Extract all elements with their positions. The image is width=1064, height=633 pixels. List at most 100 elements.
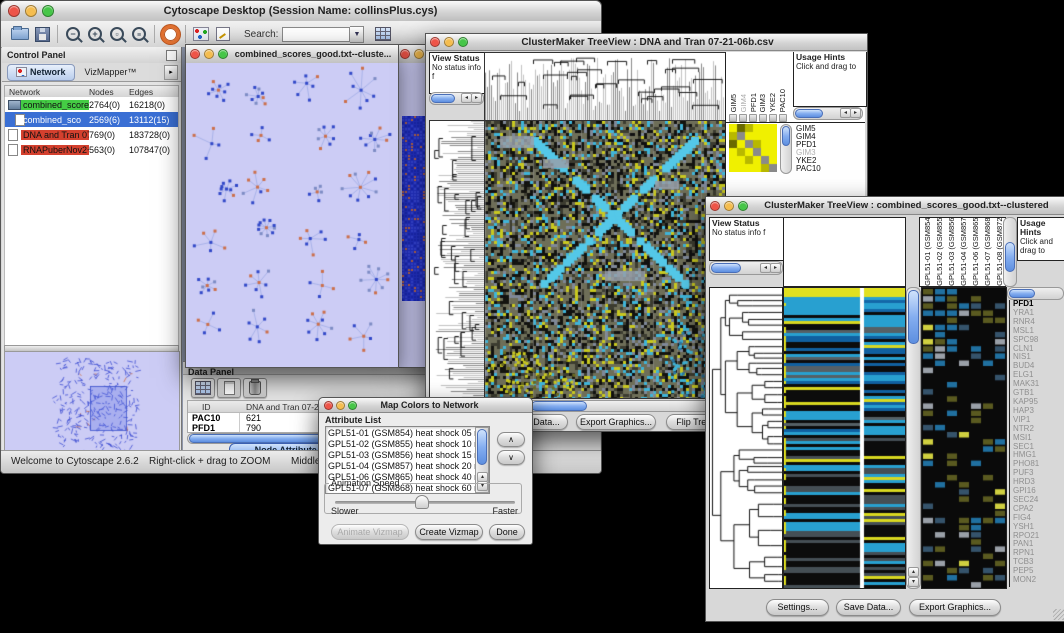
attribute-grid-icon-button[interactable] xyxy=(191,378,215,398)
minimize-button[interactable] xyxy=(204,49,214,59)
open-folder-icon[interactable] xyxy=(9,24,31,44)
row-dendrogram[interactable] xyxy=(429,120,486,399)
annotation-icon[interactable] xyxy=(212,24,234,44)
close-button[interactable] xyxy=(710,201,720,211)
help-lifesaver-icon[interactable] xyxy=(159,24,181,44)
close-button[interactable] xyxy=(190,49,200,59)
export-graphics-button[interactable]: Export Graphics... xyxy=(576,414,656,430)
zoom-button[interactable] xyxy=(738,201,748,211)
resize-grip[interactable] xyxy=(1053,609,1064,620)
document-icon xyxy=(8,129,18,141)
minimize-button[interactable] xyxy=(336,401,345,410)
usage-hints-scrollbar[interactable] xyxy=(793,107,863,120)
zoom-out-icon[interactable] xyxy=(62,24,84,44)
mini-toolbar-icons[interactable] xyxy=(729,114,787,122)
scroll-up-icon[interactable] xyxy=(908,567,919,577)
tab-vizmapper[interactable]: VizMapper™ xyxy=(75,67,147,77)
close-button[interactable] xyxy=(400,49,410,59)
submatrix-vscrollbar[interactable] xyxy=(780,124,792,174)
scroll-right-icon[interactable] xyxy=(471,93,482,103)
edge-count: 13112(15) xyxy=(129,115,178,125)
view-status-scrollbar[interactable] xyxy=(709,261,783,275)
network-table-row[interactable]: RNAPuberNov2+563(0)107847(0) xyxy=(5,142,178,157)
close-button[interactable] xyxy=(324,401,333,410)
zoom-button[interactable] xyxy=(218,49,228,59)
search-input[interactable] xyxy=(282,27,350,42)
column-header-id[interactable]: ID xyxy=(188,402,240,412)
network-table-row[interactable]: combined_scores2764(0)16218(0) xyxy=(5,97,178,112)
delete-attribute-icon-button[interactable] xyxy=(243,378,267,398)
zoom-button[interactable] xyxy=(348,401,357,410)
zoom-button[interactable] xyxy=(42,5,54,17)
minimize-button[interactable] xyxy=(414,49,424,59)
scroll-right-icon[interactable] xyxy=(850,108,861,118)
graphics-details-icon[interactable] xyxy=(190,24,212,44)
move-down-button[interactable]: ∨ xyxy=(497,450,525,465)
view-status-panel: View StatusNo status info f xyxy=(429,52,488,94)
done-button[interactable]: Done xyxy=(489,524,525,540)
global-heatmap[interactable] xyxy=(783,287,906,589)
network-overview-thumbnail[interactable] xyxy=(4,351,180,459)
labels-vscrollbar[interactable] xyxy=(1003,217,1017,287)
close-button[interactable] xyxy=(430,37,440,47)
column-label: YKE2 xyxy=(768,93,777,112)
slider-handle[interactable] xyxy=(415,495,429,509)
heatmap-main[interactable] xyxy=(484,120,726,399)
row-dendrogram[interactable] xyxy=(709,287,783,589)
scroll-right-icon[interactable] xyxy=(770,263,781,273)
attribute-list-item[interactable]: GPL51-02 (GSM855) heat shock 10 min xyxy=(326,439,477,450)
close-button[interactable] xyxy=(8,5,20,17)
network-name: DNA and Tran 07 xyxy=(21,130,89,140)
gene-list-scrollbar[interactable] xyxy=(1007,287,1064,300)
animation-speed-label: Animation Speed xyxy=(329,478,402,488)
float-panel-icon[interactable] xyxy=(166,50,177,61)
overview-icon[interactable] xyxy=(372,24,394,44)
column-label: PFD1 xyxy=(749,93,758,112)
node-count: 2569(6) xyxy=(89,115,129,125)
treeview1-title-bar[interactable]: ClusterMaker TreeView : DNA and Tran 07-… xyxy=(426,34,867,51)
zoom-button[interactable] xyxy=(458,37,468,47)
zoom-fit-icon[interactable] xyxy=(128,24,150,44)
new-attribute-icon-button[interactable] xyxy=(217,378,241,398)
tab-network[interactable]: Network xyxy=(7,64,75,81)
export-graphics-button[interactable]: Export Graphics... xyxy=(909,599,1001,616)
move-up-button[interactable]: ∧ xyxy=(497,432,525,447)
attribute-list-item[interactable]: GPL51-01 (GSM854) heat shock 05 min xyxy=(326,428,477,439)
column-label: GIM3 xyxy=(758,94,767,112)
zoom-selected-icon[interactable] xyxy=(106,24,128,44)
settings-button[interactable]: Settings... xyxy=(766,599,829,616)
treeview2-title-bar[interactable]: ClusterMaker TreeView : combined_scores_… xyxy=(706,197,1064,215)
column-label: GPL51-06 (GSM865) xyxy=(971,217,980,286)
treeview1-column-labels: GIM5GIM4PFD1GIM3YKE2PAC10 xyxy=(729,52,787,112)
column-label: GPL51-01 (GSM854) xyxy=(923,217,932,286)
zoom-in-icon[interactable] xyxy=(84,24,106,44)
network-window-title-bar[interactable]: combined_scores_good.txt--cluste... xyxy=(186,45,398,64)
network-table-row[interactable]: combined_sco2569(6)13112(15) xyxy=(5,112,178,127)
save-data-button[interactable]: Save Data... xyxy=(836,599,901,616)
tab-overflow-arrow[interactable]: ▸ xyxy=(164,65,178,80)
minimize-button[interactable] xyxy=(724,201,734,211)
column-dendrogram[interactable] xyxy=(484,52,726,122)
treeview1-gene-labels: GIM5GIM4PFD1GIM3YKE2PAC10 xyxy=(796,125,862,173)
network-table-row[interactable]: DNA and Tran 07769(0)183728(0) xyxy=(5,127,178,142)
zoom-heatmap[interactable] xyxy=(921,287,1007,589)
dialog-title-bar[interactable]: Map Colors to Network xyxy=(319,398,532,413)
save-icon[interactable] xyxy=(31,24,53,44)
gene-label[interactable]: MON2 xyxy=(1013,576,1064,585)
animate-vizmap-button[interactable]: Animate Vizmap xyxy=(331,524,409,540)
edge-count: 183728(0) xyxy=(129,130,178,140)
network-canvas[interactable] xyxy=(188,65,396,365)
minimize-button[interactable] xyxy=(444,37,454,47)
attribute-list-item[interactable]: GPL51-03 (GSM856) heat shock 15 min xyxy=(326,450,477,461)
minimize-button[interactable] xyxy=(25,5,37,17)
main-title-bar[interactable]: Cytoscape Desktop (Session Name: collins… xyxy=(1,1,601,22)
search-dropdown-arrow[interactable]: ▼ xyxy=(350,26,364,43)
gene-label[interactable]: PAC10 xyxy=(796,165,862,173)
submatrix-heatmap[interactable] xyxy=(729,124,777,172)
network-tab-icon xyxy=(16,67,27,77)
heatmap-vscrollbar[interactable] xyxy=(906,287,921,589)
create-vizmap-button[interactable]: Create Vizmap xyxy=(415,524,483,540)
view-status-scrollbar[interactable] xyxy=(429,92,484,105)
scroll-down-icon[interactable] xyxy=(908,577,919,587)
attribute-list-item[interactable]: GPL51-04 (GSM857) heat shock 20 min xyxy=(326,461,477,472)
